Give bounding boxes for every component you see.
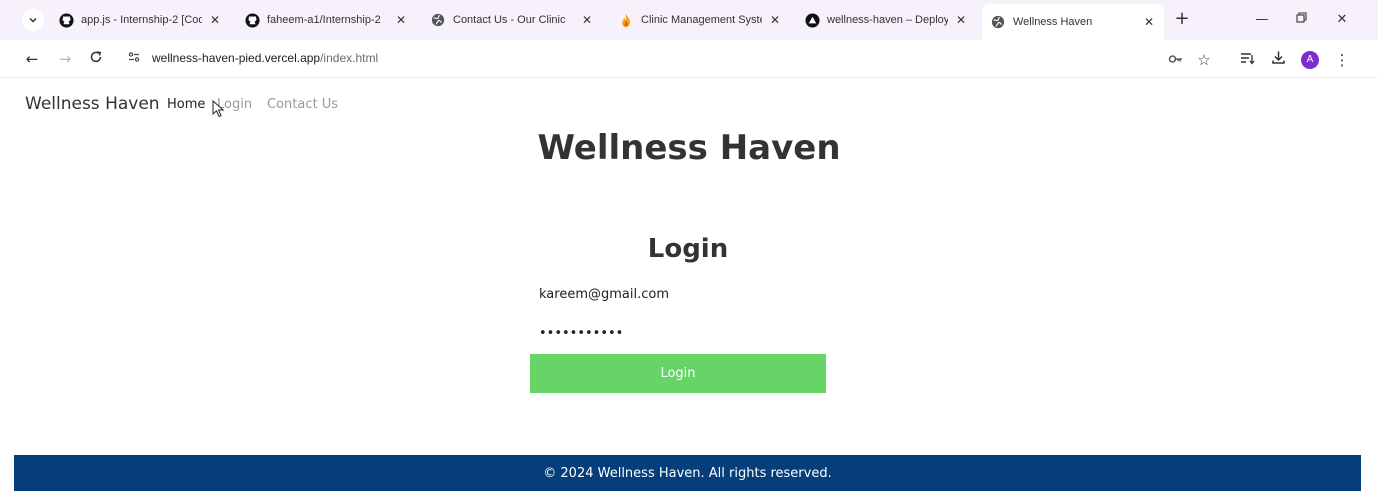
download-icon[interactable] bbox=[1267, 49, 1289, 71]
page-title: Wellness Haven bbox=[537, 128, 841, 168]
login-button[interactable]: Login bbox=[530, 354, 826, 393]
close-icon[interactable]: ✕ bbox=[394, 13, 408, 27]
url-field[interactable]: wellness-haven-pied.vercel.app/index.htm… bbox=[152, 51, 378, 65]
forward-arrow-icon[interactable]: → bbox=[55, 49, 75, 69]
new-tab-plus-icon[interactable]: + bbox=[1172, 8, 1192, 30]
bookmark-star-icon[interactable]: ☆ bbox=[1193, 49, 1215, 71]
nav-link-login[interactable]: Login bbox=[217, 97, 252, 112]
address-bar: ← → wellness-haven-pied.vercel.app/index… bbox=[0, 40, 1378, 78]
kebab-menu-icon[interactable]: ⋮ bbox=[1331, 49, 1353, 71]
tab-contact-us[interactable]: Contact Us - Our Clinic ✕ bbox=[422, 6, 602, 34]
nav-link-home[interactable]: Home bbox=[167, 97, 205, 112]
minimize-icon[interactable]: — bbox=[1250, 10, 1274, 30]
tab-faheem-internship[interactable]: faheem-a1/Internship-2 ✕ bbox=[236, 6, 416, 34]
close-icon[interactable]: ✕ bbox=[954, 13, 968, 27]
tab-clinic-management[interactable]: Clinic Management System ✕ bbox=[610, 6, 790, 34]
tab-strip: app.js - Internship-2 [Code ✕ faheem-a1/… bbox=[0, 0, 1378, 40]
tab-wellness-haven[interactable]: Wellness Haven ✕ bbox=[982, 4, 1164, 40]
tab-title: app.js - Internship-2 [Code bbox=[81, 14, 202, 26]
site-info-icon[interactable] bbox=[126, 50, 142, 68]
flame-icon bbox=[618, 12, 634, 28]
close-icon[interactable]: ✕ bbox=[768, 13, 782, 27]
restore-icon[interactable] bbox=[1289, 10, 1313, 30]
tab-title: Wellness Haven bbox=[1013, 16, 1093, 28]
globe-icon bbox=[990, 14, 1006, 30]
tab-vercel-deployment[interactable]: wellness-haven – Deploym ✕ bbox=[796, 6, 976, 34]
nav-link-contact[interactable]: Contact Us bbox=[267, 97, 338, 112]
reading-list-icon[interactable] bbox=[1236, 49, 1258, 71]
url-path: /index.html bbox=[320, 51, 379, 65]
globe-icon bbox=[430, 12, 446, 28]
password-field[interactable] bbox=[530, 318, 826, 348]
site-footer: © 2024 Wellness Haven. All rights reserv… bbox=[14, 455, 1361, 491]
site-brand[interactable]: Wellness Haven bbox=[25, 94, 160, 114]
github-icon bbox=[244, 12, 260, 28]
window-close-icon[interactable]: ✕ bbox=[1330, 10, 1354, 30]
vercel-icon bbox=[804, 12, 820, 28]
tab-title: Contact Us - Our Clinic bbox=[453, 14, 566, 26]
url-host: wellness-haven-pied.vercel.app bbox=[152, 51, 321, 65]
tab-app-js[interactable]: app.js - Internship-2 [Code ✕ bbox=[50, 6, 230, 34]
reload-icon[interactable] bbox=[86, 49, 106, 69]
back-arrow-icon[interactable]: ← bbox=[22, 49, 42, 69]
close-icon[interactable]: ✕ bbox=[580, 13, 594, 27]
tab-title: Clinic Management System bbox=[641, 14, 762, 26]
login-heading: Login bbox=[647, 234, 729, 264]
tab-title: faheem-a1/Internship-2 bbox=[267, 14, 381, 26]
close-icon[interactable]: ✕ bbox=[208, 13, 222, 27]
close-icon[interactable]: ✕ bbox=[1142, 15, 1156, 29]
tab-title: wellness-haven – Deploym bbox=[827, 14, 948, 26]
site-navbar: Wellness Haven Home Login Contact Us bbox=[0, 78, 1378, 128]
tab-search-chevron-down-icon[interactable] bbox=[22, 9, 44, 31]
password-key-icon[interactable] bbox=[1165, 49, 1187, 71]
email-field[interactable] bbox=[530, 279, 826, 309]
profile-avatar[interactable]: A bbox=[1301, 51, 1319, 69]
github-icon bbox=[58, 12, 74, 28]
